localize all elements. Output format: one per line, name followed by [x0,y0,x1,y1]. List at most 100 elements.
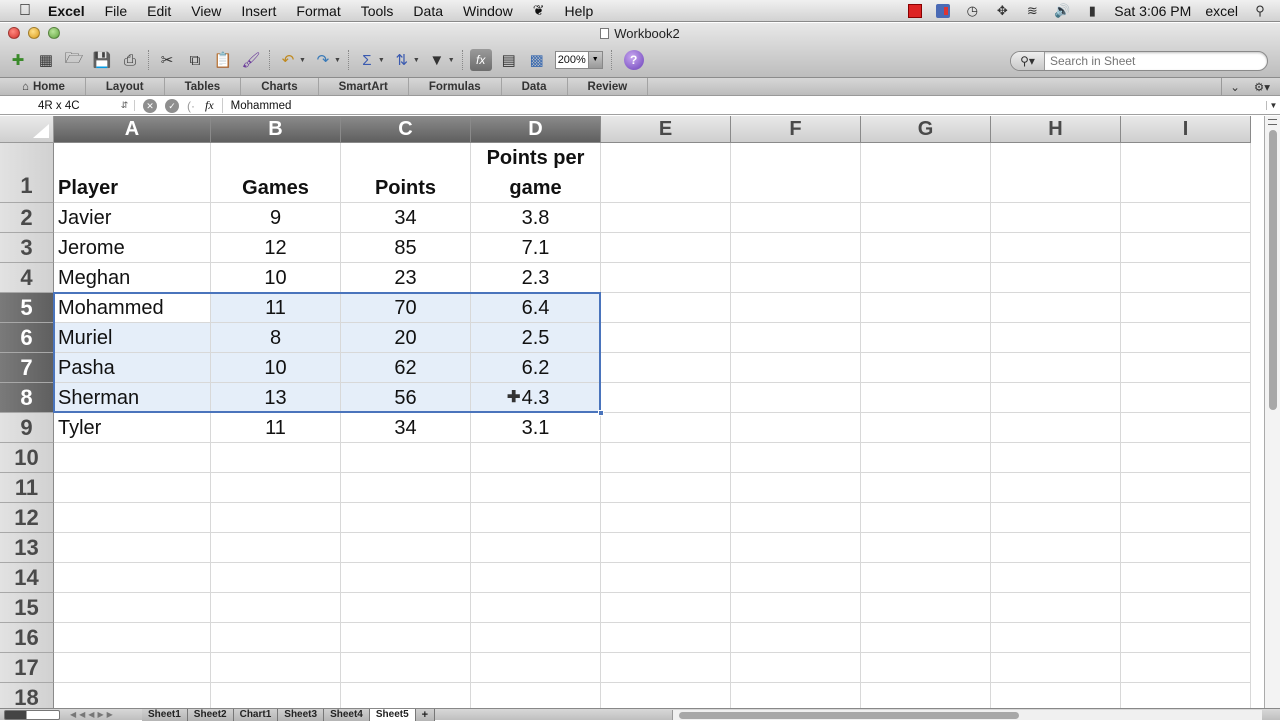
print-icon[interactable]: ⎙ [119,49,141,71]
column-header-h[interactable]: H [991,116,1121,143]
cell-a5[interactable]: Mohammed [54,293,211,323]
cell-i13[interactable] [1121,533,1251,563]
select-all-corner[interactable] [0,116,54,143]
column-header-f[interactable]: F [731,116,861,143]
cancel-entry-icon[interactable]: ✕ [143,98,157,113]
cell-b1[interactable]: Games [211,143,341,203]
cell-d2[interactable]: 3.8 [471,203,601,233]
cell-b11[interactable] [211,473,341,503]
cell-f1[interactable] [731,143,861,203]
cell-g3[interactable] [861,233,991,263]
cell-c12[interactable] [341,503,471,533]
cell-g14[interactable] [861,563,991,593]
autosum-dropdown-icon[interactable]: ▼ [378,57,385,64]
row-header-2[interactable]: 2 [0,203,54,233]
menu-help[interactable]: Help [565,3,594,19]
cell-i8[interactable] [1121,383,1251,413]
cell-i10[interactable] [1121,443,1251,473]
cell-d17[interactable] [471,653,601,683]
cell-c10[interactable] [341,443,471,473]
cell-g12[interactable] [861,503,991,533]
cell-h14[interactable] [991,563,1121,593]
cell-f14[interactable] [731,563,861,593]
filter-icon[interactable]: ▼ [426,49,448,71]
save-icon[interactable]: 💾 [91,49,113,71]
cell-e17[interactable] [601,653,731,683]
row-header-11[interactable]: 11 [0,473,54,503]
cell-h7[interactable] [991,353,1121,383]
sheet-tab-sheet1[interactable]: Sheet1 [142,708,188,721]
cell-d16[interactable] [471,623,601,653]
tab-review[interactable]: Review [568,78,649,95]
cell-a2[interactable]: Javier [54,203,211,233]
cell-c1[interactable]: Points [341,143,471,203]
cell-h9[interactable] [991,413,1121,443]
cell-c11[interactable] [341,473,471,503]
screen-recorder-icon[interactable] [908,3,923,18]
clock[interactable]: Sat 3:06 PM [1114,3,1191,19]
cell-d14[interactable] [471,563,601,593]
cell-f7[interactable] [731,353,861,383]
cell-h13[interactable] [991,533,1121,563]
cell-c14[interactable] [341,563,471,593]
row-header-14[interactable]: 14 [0,563,54,593]
sheet-tab-sheet2[interactable]: Sheet2 [187,708,234,721]
cell-f4[interactable] [731,263,861,293]
cell-i1[interactable] [1121,143,1251,203]
cell-h8[interactable] [991,383,1121,413]
cell-i2[interactable] [1121,203,1251,233]
cell-d4[interactable]: 2.3 [471,263,601,293]
zoom-value[interactable]: 200% [554,51,589,69]
cell-e13[interactable] [601,533,731,563]
horizontal-scrollbar[interactable] [672,710,1262,720]
cell-i16[interactable] [1121,623,1251,653]
cell-a7[interactable]: Pasha [54,353,211,383]
cell-g15[interactable] [861,593,991,623]
name-box[interactable]: 4R x 4C [0,100,115,112]
formula-input[interactable]: Mohammed [223,100,292,112]
horizontal-scroll-thumb[interactable] [679,712,1019,719]
cell-f12[interactable] [731,503,861,533]
cell-i12[interactable] [1121,503,1251,533]
row-header-5[interactable]: 5 [0,293,54,323]
cell-g16[interactable] [861,623,991,653]
cell-i14[interactable] [1121,563,1251,593]
cell-d6[interactable]: 2.5 [471,323,601,353]
cell-a11[interactable] [54,473,211,503]
column-header-c[interactable]: C [341,116,471,143]
insert-function-paren-icon[interactable]: (· [187,99,195,113]
cell-c15[interactable] [341,593,471,623]
cell-f5[interactable] [731,293,861,323]
redo-dropdown-icon[interactable]: ▼ [334,57,341,64]
cell-b14[interactable] [211,563,341,593]
column-header-d[interactable]: D [471,116,601,143]
script-menu-icon[interactable]: ❦ [533,2,545,19]
help-icon[interactable]: ? [623,50,644,70]
vertical-scroll-thumb[interactable] [1269,130,1277,410]
ribbon-settings-gear-icon[interactable]: ⚙▾ [1254,80,1270,94]
cell-a4[interactable]: Meghan [54,263,211,293]
menu-insert[interactable]: Insert [241,3,276,19]
cell-h15[interactable] [991,593,1121,623]
tab-smartart[interactable]: SmartArt [319,78,409,95]
cell-f8[interactable] [731,383,861,413]
cell-g2[interactable] [861,203,991,233]
cell-d5[interactable]: 6.4 [471,293,601,323]
cell-e6[interactable] [601,323,731,353]
cell-a10[interactable] [54,443,211,473]
cell-e16[interactable] [601,623,731,653]
cell-e15[interactable] [601,593,731,623]
menu-data[interactable]: Data [413,3,443,19]
cell-b15[interactable] [211,593,341,623]
app-status-icon[interactable] [936,3,951,18]
cell-e3[interactable] [601,233,731,263]
cell-h5[interactable] [991,293,1121,323]
cell-c13[interactable] [341,533,471,563]
cell-c8[interactable]: 56 [341,383,471,413]
cell-a8[interactable]: Sherman [54,383,211,413]
cell-d15[interactable] [471,593,601,623]
cell-c3[interactable]: 85 [341,233,471,263]
undo-icon[interactable]: ↶ [277,49,299,71]
cell-a1[interactable]: Player [54,143,211,203]
cell-g5[interactable] [861,293,991,323]
